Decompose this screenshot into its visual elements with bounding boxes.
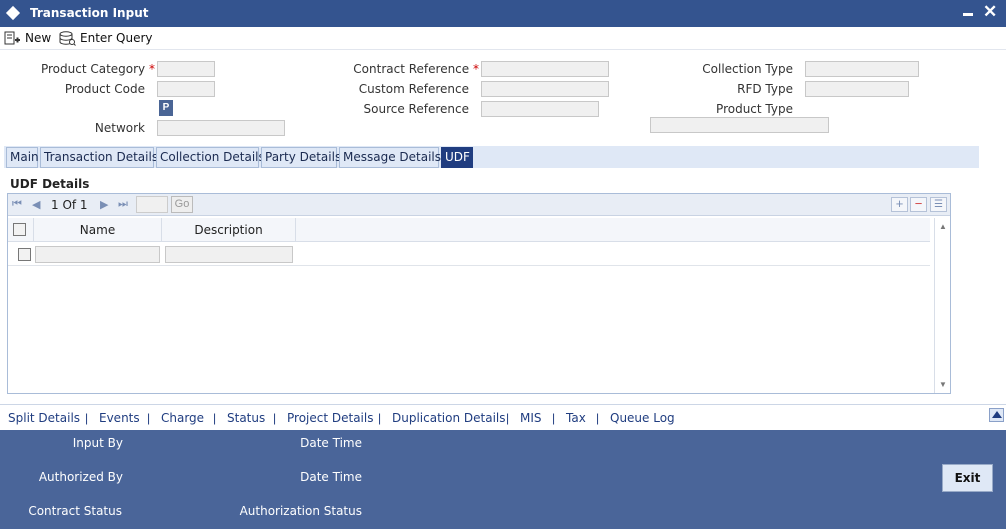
previous-page-icon[interactable]: ◀: [32, 198, 40, 211]
window-title: Transaction Input: [30, 6, 149, 20]
udf-details-title: UDF Details: [10, 177, 90, 191]
tab-party-details[interactable]: Party Details: [261, 147, 341, 168]
link-separator: |: [85, 411, 89, 425]
row-checkbox[interactable]: [18, 248, 31, 261]
udf-grid: ⏮ ◀ 1 Of 1 ▶ ⏭ Go + − ☰ Name Description…: [7, 193, 951, 394]
title-bar: Transaction Input ✕: [0, 0, 1006, 27]
link-events[interactable]: Events: [99, 411, 140, 425]
contract-reference-input[interactable]: [481, 61, 609, 77]
next-page-icon[interactable]: ▶: [100, 198, 108, 211]
minimize-icon[interactable]: [963, 13, 973, 16]
single-view-icon[interactable]: ☰: [930, 197, 947, 212]
transaction-header-form: Product Category * Product Code P Networ…: [0, 50, 1006, 146]
link-separator: |: [506, 411, 510, 425]
link-queue-log[interactable]: Queue Log: [610, 411, 675, 425]
new-document-icon: [4, 31, 20, 44]
udf-name-input[interactable]: [35, 246, 160, 263]
link-charge[interactable]: Charge: [161, 411, 204, 425]
authorized-by-label: Authorized By: [38, 470, 123, 484]
link-duplication-details[interactable]: Duplication Details: [392, 411, 505, 425]
enter-query-button[interactable]: Enter Query: [59, 29, 153, 47]
collection-type-input[interactable]: [805, 61, 919, 77]
first-page-icon[interactable]: ⏮: [12, 198, 22, 211]
grid-pager: ⏮ ◀ 1 Of 1 ▶ ⏭ Go + − ☰: [8, 194, 950, 216]
link-project-details[interactable]: Project Details: [287, 411, 373, 425]
new-label: New: [25, 31, 52, 45]
new-button[interactable]: New: [4, 29, 51, 47]
enter-query-label: Enter Query: [80, 31, 153, 45]
tab-message-details[interactable]: Message Details: [339, 147, 441, 168]
link-separator: |: [378, 411, 382, 425]
last-page-icon[interactable]: ⏭: [118, 198, 128, 211]
tab-main[interactable]: Main: [6, 147, 39, 168]
custom-reference-input[interactable]: [481, 81, 609, 97]
udf-description-input[interactable]: [165, 246, 293, 263]
page-indicator: 1 Of 1: [51, 198, 88, 212]
source-reference-label: Source Reference: [363, 102, 469, 116]
contract-status-label: Contract Status: [28, 504, 122, 518]
delete-row-icon[interactable]: −: [910, 197, 927, 212]
input-by-label: Input By: [72, 436, 123, 450]
source-reference-input[interactable]: [481, 101, 599, 117]
collection-type-label: Collection Type: [702, 62, 793, 76]
product-type-label: Product Type: [716, 102, 793, 116]
product-type-input[interactable]: [650, 117, 829, 133]
collapse-icon[interactable]: [989, 408, 1004, 422]
date-time-label: Date Time: [300, 436, 362, 450]
authorized-date-time-label: Date Time: [300, 470, 362, 484]
go-button[interactable]: Go: [171, 196, 193, 213]
grid-vertical-scrollbar[interactable]: ▲ ▼: [934, 218, 950, 393]
select-all-cell: [8, 218, 34, 242]
rfd-type-input[interactable]: [805, 81, 909, 97]
select-all-checkbox[interactable]: [13, 223, 26, 236]
tab-udf[interactable]: UDF: [441, 147, 473, 168]
table-row: [8, 242, 930, 266]
add-row-icon[interactable]: +: [891, 197, 908, 212]
page-number-input[interactable]: [136, 196, 168, 213]
link-mis[interactable]: MIS: [520, 411, 542, 425]
tab-transaction-details[interactable]: Transaction Details: [40, 147, 158, 168]
custom-reference-label: Custom Reference: [358, 82, 469, 96]
link-separator: |: [552, 411, 556, 425]
tab-collection-details[interactable]: Collection Details: [156, 147, 265, 168]
link-separator: |: [213, 411, 217, 425]
query-database-icon: [59, 30, 76, 46]
link-separator: |: [147, 411, 151, 425]
authorization-status-label: Authorization Status: [239, 504, 362, 518]
link-tax[interactable]: Tax: [566, 411, 586, 425]
network-input[interactable]: [157, 120, 285, 136]
product-category-label: Product Category *: [40, 62, 155, 76]
contract-reference-label: Contract Reference *: [353, 62, 479, 76]
column-header-description[interactable]: Description: [162, 218, 296, 242]
scroll-up-icon[interactable]: ▲: [939, 222, 947, 231]
audit-footer: Input By Date Time Authorized By Date Ti…: [0, 430, 1006, 529]
rfd-type-label: RFD Type: [737, 82, 793, 96]
product-lookup-button[interactable]: P: [159, 100, 173, 116]
toolbar: New Enter Query: [0, 27, 1006, 50]
column-header-name[interactable]: Name: [34, 218, 162, 242]
grid-header: Name Description: [8, 218, 930, 242]
tab-bar: Main Transaction Details Collection Deta…: [4, 146, 979, 168]
product-code-label: Product Code: [64, 82, 145, 96]
link-separator: |: [596, 411, 600, 425]
scroll-down-icon[interactable]: ▼: [939, 380, 947, 389]
link-separator: |: [273, 411, 277, 425]
subsystem-links-bar: Split Details | Events | Charge | Status…: [0, 404, 1006, 430]
app-diamond-icon: [5, 5, 21, 21]
close-icon[interactable]: ✕: [983, 2, 997, 22]
product-code-input[interactable]: [157, 81, 215, 97]
link-status[interactable]: Status: [227, 411, 265, 425]
exit-button[interactable]: Exit: [942, 464, 993, 492]
product-category-input[interactable]: [157, 61, 215, 77]
network-label: Network: [94, 121, 145, 135]
link-split-details[interactable]: Split Details: [8, 411, 80, 425]
